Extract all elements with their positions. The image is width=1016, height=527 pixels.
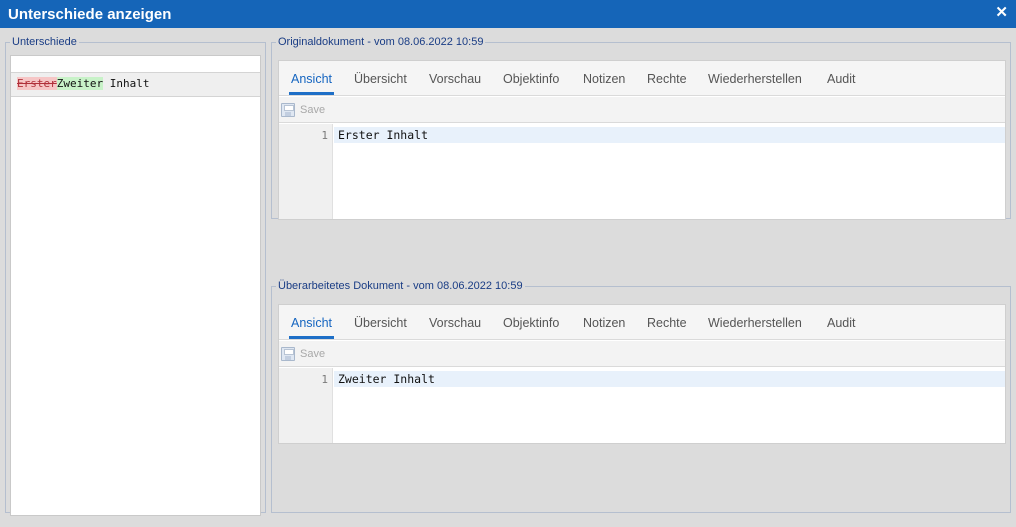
deleted-text: Erster: [17, 77, 57, 90]
line-number-gutter: 1: [279, 124, 333, 219]
tab-vorschau[interactable]: Vorschau: [429, 316, 481, 330]
save-label: Save: [300, 348, 326, 360]
revised-code-editor[interactable]: 1 Zweiter Inhalt: [279, 368, 1005, 443]
differences-legend: Unterschiede: [12, 36, 77, 48]
save-label: Save: [300, 104, 326, 116]
revised-document-panel: Ansicht Übersicht Vorschau Objektinfo No…: [278, 304, 1006, 444]
tab-notizen[interactable]: Notizen: [583, 72, 625, 86]
code-line[interactable]: Zweiter Inhalt: [334, 371, 1005, 387]
revised-tab-bar: Ansicht Übersicht Vorschau Objektinfo No…: [279, 305, 1005, 340]
save-button[interactable]: Save: [281, 345, 325, 363]
differences-group: Unterschiede ErsterZweiter Inhalt: [5, 36, 266, 516]
window-title: Unterschiede anzeigen: [8, 6, 172, 23]
original-toolbar: Save: [279, 97, 1005, 123]
revised-document-legend: Überarbeitetes Dokument - vom 08.06.2022…: [278, 280, 523, 292]
inserted-text: Zweiter: [56, 77, 104, 90]
tab-ansicht[interactable]: Ansicht: [289, 316, 334, 339]
dialog-body: Unterschiede ErsterZweiter Inhalt Origin…: [0, 28, 1016, 527]
original-tab-bar: Ansicht Übersicht Vorschau Objektinfo No…: [279, 61, 1005, 96]
line-number: 1: [321, 373, 328, 386]
tab-ansicht[interactable]: Ansicht: [289, 72, 334, 95]
original-code-editor[interactable]: 1 Erster Inhalt: [279, 124, 1005, 219]
tab-objektinfo[interactable]: Objektinfo: [503, 72, 559, 86]
unchanged-text: Inhalt: [103, 77, 150, 90]
tab-notizen[interactable]: Notizen: [583, 316, 625, 330]
close-icon[interactable]: ✕: [995, 5, 1008, 21]
save-button[interactable]: Save: [281, 101, 325, 119]
window-titlebar: Unterschiede anzeigen ✕: [0, 0, 1016, 28]
tab-audit[interactable]: Audit: [827, 72, 856, 86]
code-line[interactable]: Erster Inhalt: [334, 127, 1005, 143]
tab-audit[interactable]: Audit: [827, 316, 856, 330]
revised-document-group: Überarbeitetes Dokument - vom 08.06.2022…: [271, 280, 1011, 513]
tab-wiederherstellen[interactable]: Wiederherstellen: [708, 316, 802, 330]
tab-uebersicht[interactable]: Übersicht: [354, 316, 407, 330]
tab-uebersicht[interactable]: Übersicht: [354, 72, 407, 86]
differences-list[interactable]: ErsterZweiter Inhalt: [10, 55, 261, 516]
original-document-legend: Originaldokument - vom 08.06.2022 10:59: [278, 36, 484, 48]
tab-rechte[interactable]: Rechte: [647, 316, 687, 330]
original-document-panel: Ansicht Übersicht Vorschau Objektinfo No…: [278, 60, 1006, 220]
floppy-disk-icon: [281, 103, 295, 117]
line-number: 1: [321, 129, 328, 142]
original-document-group: Originaldokument - vom 08.06.2022 10:59 …: [271, 36, 1011, 220]
line-number-gutter: 1: [279, 368, 333, 443]
diff-line[interactable]: ErsterZweiter Inhalt: [11, 72, 260, 97]
tab-wiederherstellen[interactable]: Wiederherstellen: [708, 72, 802, 86]
revised-toolbar: Save: [279, 341, 1005, 367]
tab-vorschau[interactable]: Vorschau: [429, 72, 481, 86]
tab-rechte[interactable]: Rechte: [647, 72, 687, 86]
tab-objektinfo[interactable]: Objektinfo: [503, 316, 559, 330]
floppy-disk-icon: [281, 347, 295, 361]
